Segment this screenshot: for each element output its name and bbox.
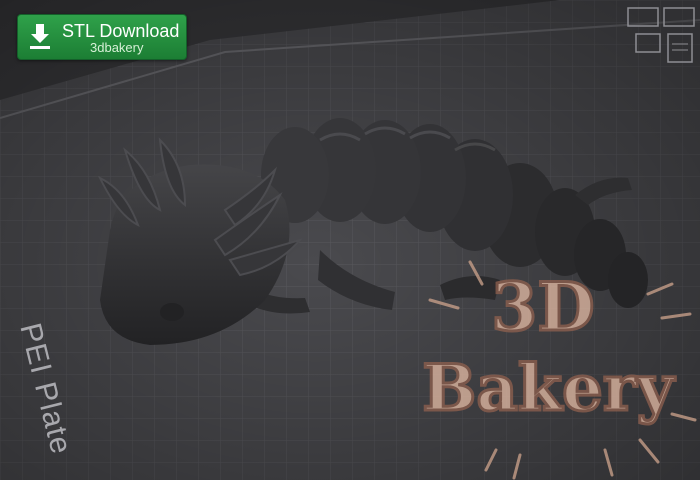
download-icon bbox=[30, 24, 50, 49]
build-plate-viewport[interactable]: 3D Bakery bbox=[0, 0, 700, 480]
download-label: STL Download bbox=[62, 21, 180, 41]
stl-download-button[interactable]: STL Download 3dbakery bbox=[17, 14, 187, 60]
eye bbox=[160, 303, 184, 321]
download-sublabel: 3dbakery bbox=[90, 40, 144, 55]
watermark-line2: Bakery bbox=[422, 351, 675, 426]
watermark-line1: 3D bbox=[491, 268, 594, 346]
